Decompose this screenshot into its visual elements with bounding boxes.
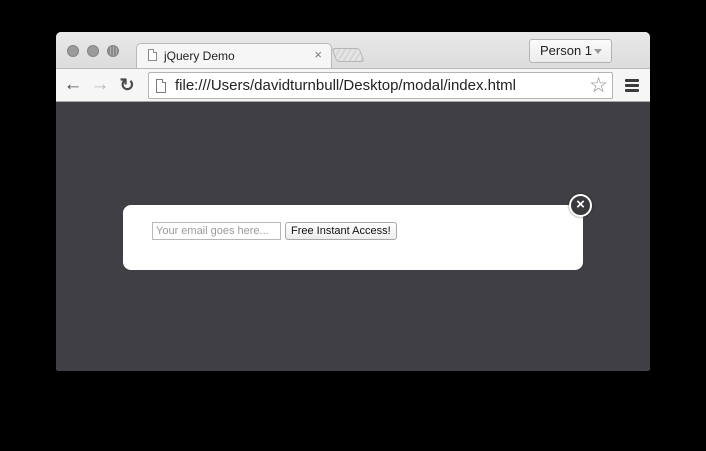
address-bar[interactable]: file:///Users/davidturnbull/Desktop/moda… bbox=[148, 72, 613, 99]
new-tab-button[interactable] bbox=[331, 48, 365, 62]
back-button[interactable]: ← bbox=[62, 74, 84, 96]
page-icon bbox=[156, 79, 166, 93]
modal-dialog: Free Instant Access! bbox=[123, 205, 583, 270]
page-icon bbox=[148, 49, 157, 61]
browser-window: jQuery Demo × Person 1 ← → ↻ file:///Use… bbox=[56, 32, 650, 371]
reload-button[interactable]: ↻ bbox=[116, 74, 138, 96]
bookmark-star-icon[interactable]: ☆ bbox=[589, 73, 608, 98]
profile-label: Person 1 bbox=[540, 43, 593, 58]
forward-button[interactable]: → bbox=[89, 74, 111, 96]
free-instant-access-button[interactable]: Free Instant Access! bbox=[285, 222, 397, 240]
page-viewport: Free Instant Access! × bbox=[56, 102, 650, 371]
tab-close-icon[interactable]: × bbox=[314, 47, 322, 62]
fullscreen-window-button[interactable] bbox=[107, 45, 119, 57]
profile-button[interactable]: Person 1 bbox=[529, 39, 612, 63]
minimize-window-button[interactable] bbox=[87, 45, 99, 57]
tab-strip: jQuery Demo × Person 1 bbox=[56, 32, 650, 69]
chevron-down-icon bbox=[594, 49, 602, 54]
tab-title: jQuery Demo bbox=[164, 49, 235, 63]
modal-close-icon[interactable]: × bbox=[569, 194, 592, 217]
close-window-button[interactable] bbox=[67, 45, 79, 57]
toolbar: ← → ↻ file:///Users/davidturnbull/Deskto… bbox=[56, 68, 650, 102]
url-text[interactable]: file:///Users/davidturnbull/Desktop/moda… bbox=[175, 77, 516, 94]
tab-jquery-demo[interactable]: jQuery Demo × bbox=[136, 43, 332, 69]
menu-icon[interactable] bbox=[625, 79, 639, 92]
email-input[interactable] bbox=[152, 222, 281, 240]
